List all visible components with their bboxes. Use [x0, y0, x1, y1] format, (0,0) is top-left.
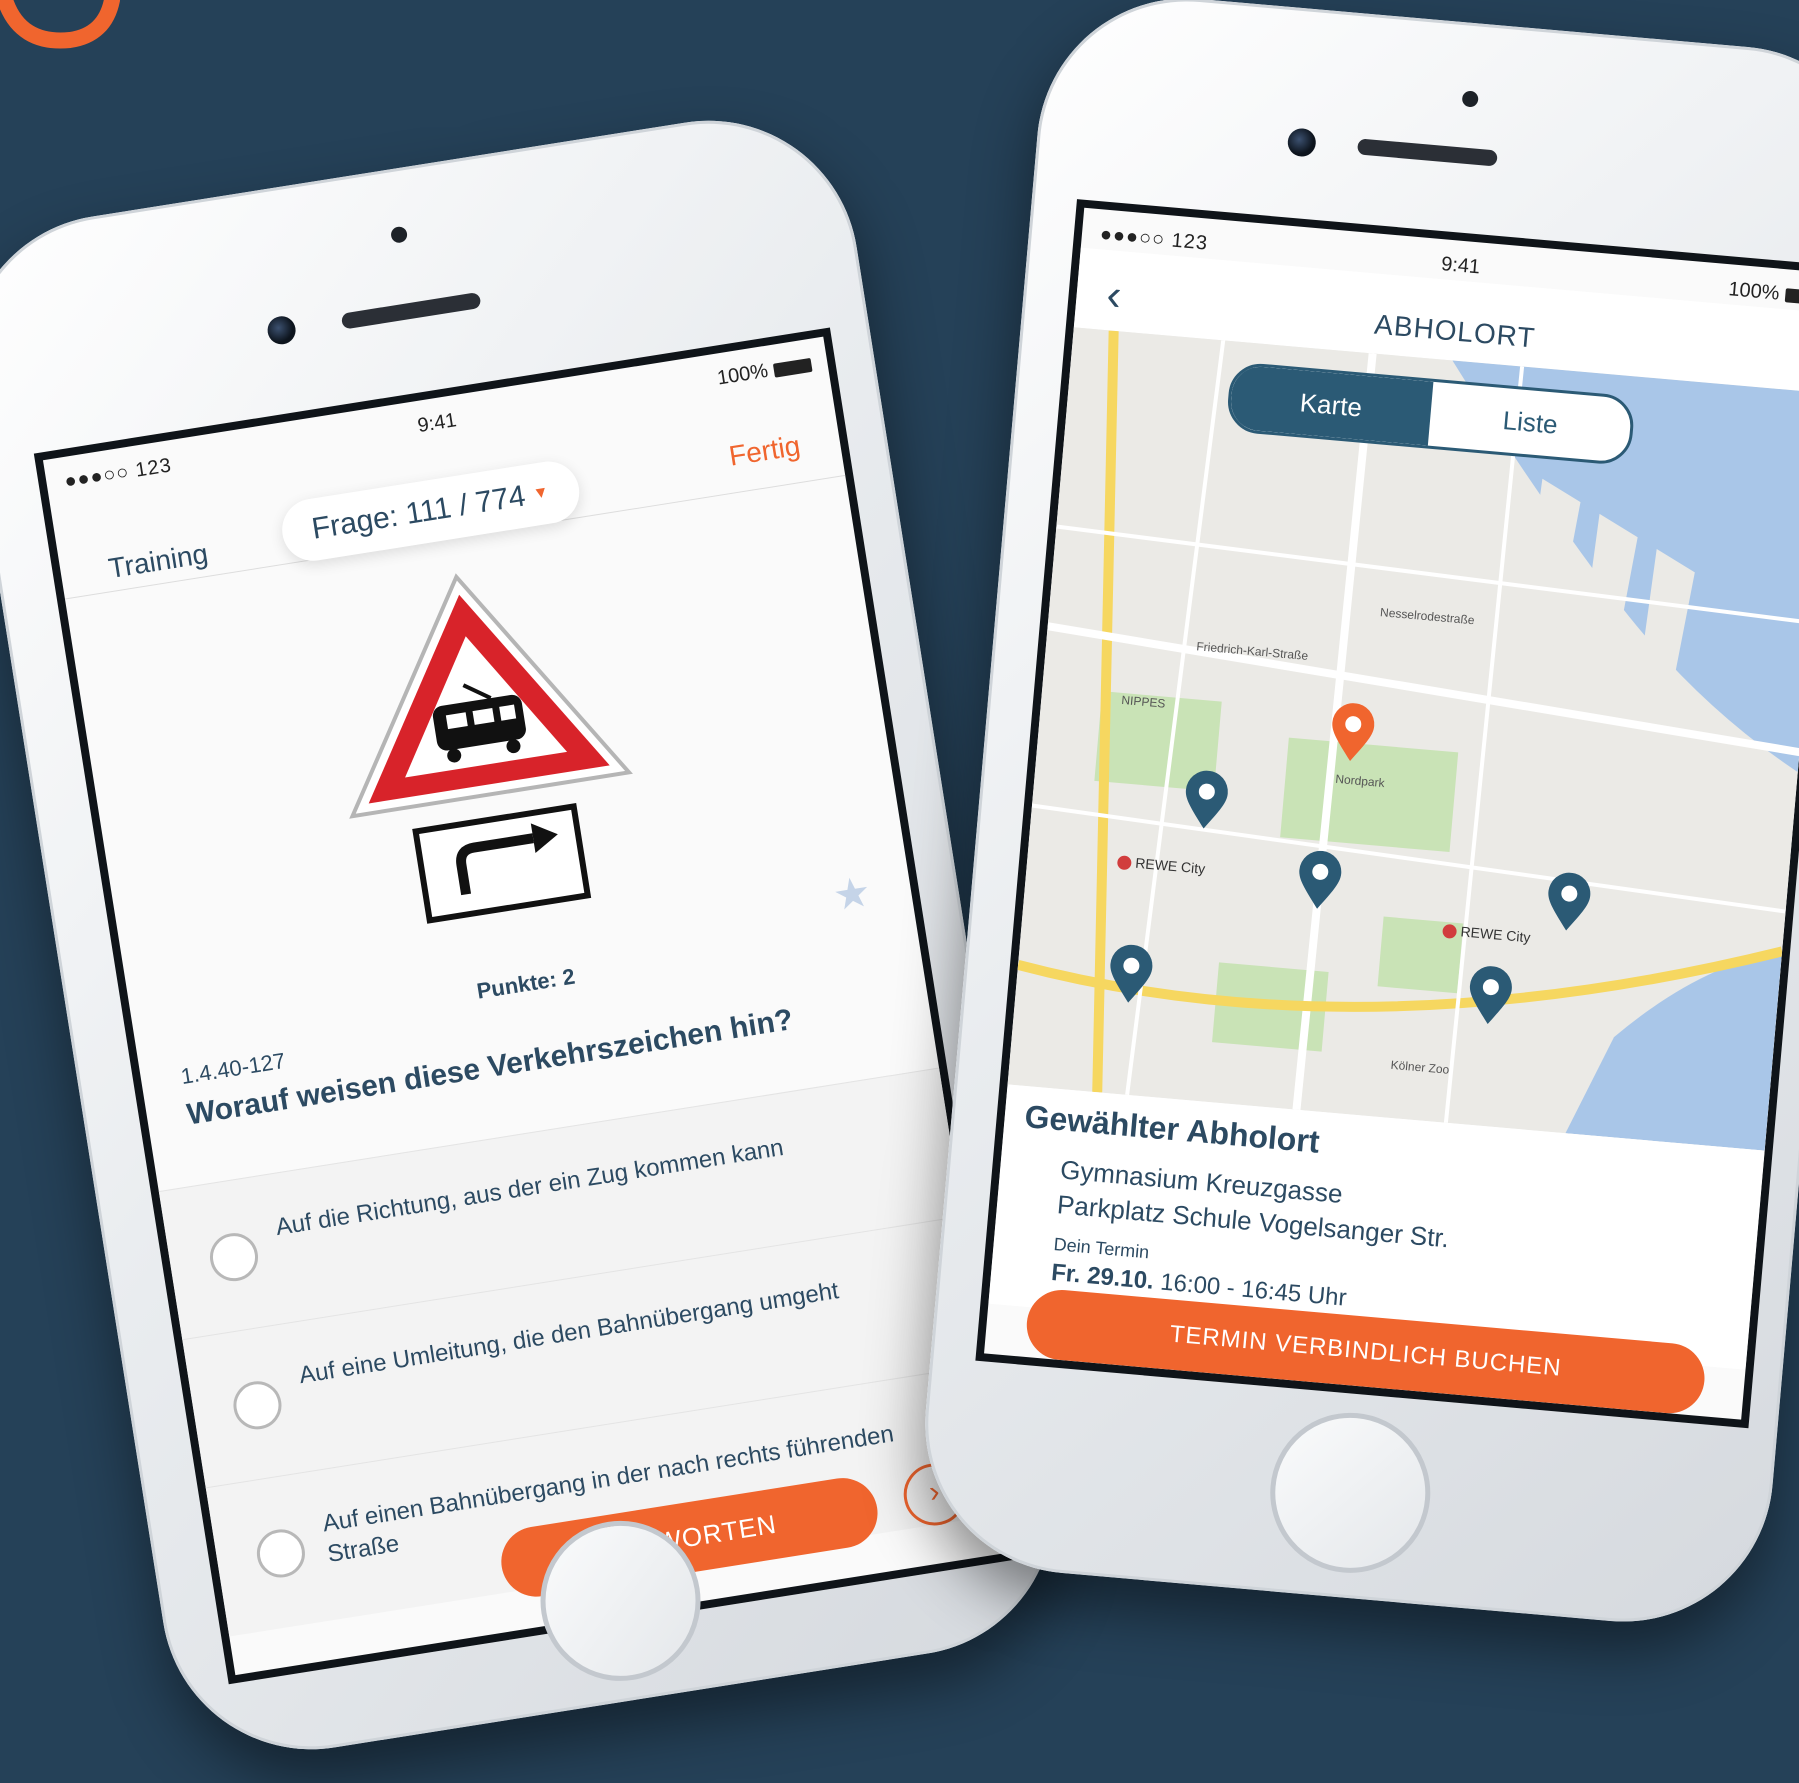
battery-text: 100%	[1727, 278, 1781, 305]
right-phone: ●●●○○ 123 9:41 100% ‹ ABHOLORT Friedrich…	[912, 0, 1799, 1635]
battery-indicator: 100%	[716, 353, 814, 391]
location-pin-icon[interactable]	[1543, 871, 1594, 935]
caret-down-icon: ▼	[531, 483, 551, 503]
battery-text: 100%	[715, 359, 770, 390]
location-pin-icon[interactable]	[1105, 943, 1156, 1007]
earpiece-speaker	[340, 291, 482, 330]
shop-icon	[1116, 855, 1132, 871]
front-camera	[265, 314, 298, 347]
done-button[interactable]: Fertig	[727, 430, 803, 473]
appointment-label: Dein Termin	[1052, 1234, 1151, 1263]
home-button[interactable]	[1263, 1406, 1437, 1580]
shop-icon	[1441, 924, 1458, 940]
favorite-star-icon[interactable]: ★	[829, 866, 875, 920]
tab-map[interactable]: Karte	[1228, 364, 1434, 446]
question-selector[interactable]: Frage: 111 / 774 ▼	[277, 457, 584, 566]
radio-button[interactable]	[206, 1229, 262, 1285]
brand-logo-fragment	[0, 0, 120, 49]
battery-icon	[1784, 287, 1799, 306]
quiz-screen: ●●●○○ 123 9:41 100% Training Frage: 111 …	[33, 327, 1025, 1685]
location-pin-icon[interactable]	[1181, 769, 1232, 833]
pickup-screen: ●●●○○ 123 9:41 100% ‹ ABHOLORT Friedrich…	[975, 199, 1799, 1429]
map-view[interactable]: Friedrich-Karl-Straße Nesselrodestraße N…	[1007, 327, 1799, 1151]
left-phone: ●●●○○ 123 9:41 100% Training Frage: 111 …	[0, 99, 1076, 1771]
sensor-dot	[1461, 90, 1479, 108]
tab-list[interactable]: Liste	[1428, 382, 1633, 463]
answer-option-label: Auf die Richtung, aus der ein Zug kommen…	[273, 1134, 786, 1242]
location-pin-icon[interactable]	[1465, 964, 1516, 1028]
location-pin-icon[interactable]	[1294, 849, 1345, 913]
radio-button[interactable]	[253, 1525, 309, 1581]
question-counter: Frage: 111 / 774	[309, 479, 528, 546]
radio-button[interactable]	[230, 1377, 285, 1433]
earpiece-speaker	[1356, 138, 1498, 167]
battery-icon	[772, 357, 813, 378]
railway-crossing-sign-image	[349, 573, 633, 924]
map-canvas	[1007, 327, 1799, 1151]
selected-location-heading: Gewählter Abholort	[1023, 1098, 1322, 1160]
selected-location-pin-icon[interactable]	[1327, 701, 1378, 765]
front-camera	[1286, 127, 1317, 158]
training-button[interactable]: Training	[106, 538, 210, 585]
sensor-dot	[389, 225, 409, 244]
